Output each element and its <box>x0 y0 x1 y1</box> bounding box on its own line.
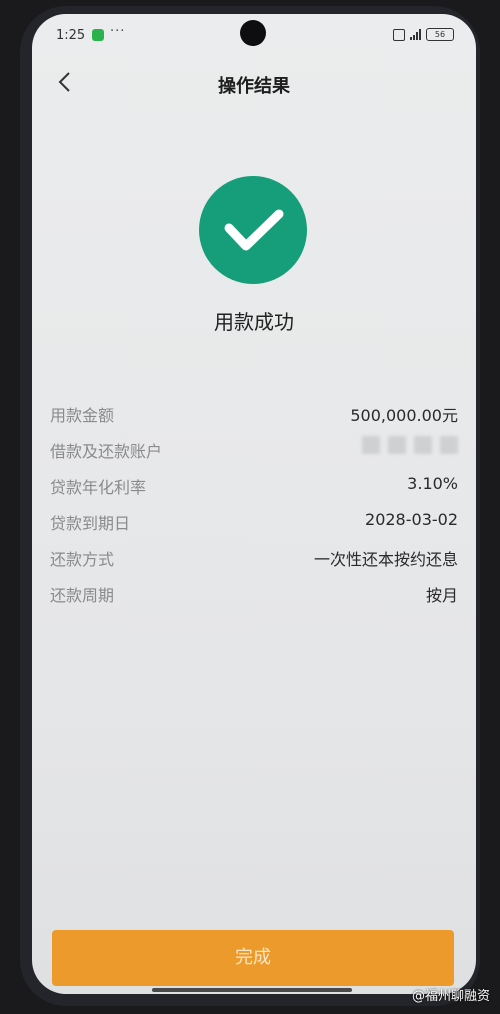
done-button[interactable]: 完成 <box>52 930 454 986</box>
detail-row-repayment-cycle: 还款周期 按月 <box>50 576 458 612</box>
nav-bar: 操作结果 <box>32 60 476 104</box>
more-notifications-icon: ··· <box>110 24 126 39</box>
nfc-icon <box>393 28 405 41</box>
battery-icon: 56 <box>426 28 454 41</box>
detail-value: 500,000.00元 <box>350 406 458 425</box>
detail-row-account: 借款及还款账户 <box>50 432 458 468</box>
app-screen: 1:25 ··· 56 操作结果 用款成功 用款金额 500,000.00元 借… <box>32 14 476 994</box>
wechat-notification-icon <box>92 29 104 41</box>
masked-account-number <box>362 436 458 454</box>
page-title: 操作结果 <box>218 76 290 97</box>
status-time: 1:25 <box>56 28 86 43</box>
detail-row-repayment-method: 还款方式 一次性还本按约还息 <box>50 540 458 576</box>
status-icons: 56 <box>393 28 454 41</box>
detail-value: 2028-03-02 <box>365 510 458 529</box>
detail-label: 还款周期 <box>50 586 115 605</box>
detail-row-rate: 贷款年化利率 3.10% <box>50 468 458 504</box>
home-indicator[interactable] <box>152 988 352 992</box>
detail-label: 借款及还款账户 <box>50 442 163 461</box>
detail-label: 贷款年化利率 <box>50 478 147 497</box>
detail-label: 还款方式 <box>50 550 115 569</box>
detail-label: 用款金额 <box>50 406 115 425</box>
success-check-icon <box>199 176 307 284</box>
front-camera <box>240 20 266 46</box>
detail-row-due-date: 贷款到期日 2028-03-02 <box>50 504 458 540</box>
detail-value: 按月 <box>425 586 458 605</box>
detail-value: 一次性还本按约还息 <box>313 550 458 569</box>
watermark: @福州聊融资 <box>411 989 490 1004</box>
signal-icon <box>410 29 421 40</box>
detail-label: 贷款到期日 <box>50 514 131 533</box>
result-message: 用款成功 <box>214 310 294 334</box>
detail-value: 3.10% <box>407 474 458 493</box>
loan-details: 用款金额 500,000.00元 借款及还款账户 贷款年化利率 3.10% 贷款… <box>50 396 458 612</box>
detail-row-amount: 用款金额 500,000.00元 <box>50 396 458 432</box>
